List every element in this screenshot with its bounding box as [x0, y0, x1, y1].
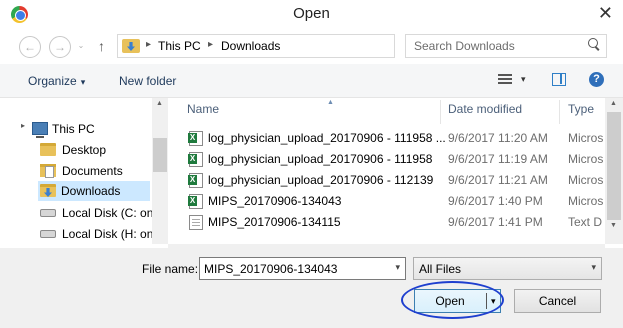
sidebar-item-desktop[interactable]: Desktop — [40, 140, 150, 160]
file-row[interactable]: log_physician_upload_20170906 - 112139 9… — [168, 170, 605, 190]
sort-ascending-icon: ▲ — [327, 99, 334, 106]
close-icon[interactable]: ✕ — [598, 3, 613, 24]
sidebar-item-documents[interactable]: Documents — [40, 161, 150, 181]
preview-pane-icon[interactable] — [552, 73, 566, 86]
organize-button[interactable]: Organize ▾ — [28, 74, 85, 88]
column-divider[interactable] — [440, 100, 441, 124]
file-name-value: MIPS_20170906-134043 — [204, 262, 338, 276]
dialog-footer: File name: MIPS_20170906-134043 ▾ All Fi… — [0, 248, 623, 328]
file-type: Micros — [568, 152, 604, 166]
file-date: 9/6/2017 11:20 AM — [448, 131, 548, 145]
text-file-icon — [189, 215, 203, 230]
scroll-up-icon[interactable]: ▲ — [610, 100, 617, 107]
scrollbar-thumb[interactable] — [607, 112, 621, 220]
new-folder-button[interactable]: New folder — [119, 74, 176, 88]
file-name-label: File name: — [142, 262, 199, 276]
back-button[interactable]: ← — [19, 36, 41, 58]
file-name: log_physician_upload_20170906 - 112139 — [208, 173, 434, 187]
file-name: MIPS_20170906-134115 — [208, 215, 341, 229]
file-name-input[interactable]: MIPS_20170906-134043 ▾ — [199, 257, 406, 280]
sidebar-item-local-disk-h[interactable]: Local Disk (H: on — [40, 224, 152, 244]
navigation-bar: ← → ⌄ ↑ ▸ This PC ▸ Downloads ⌄ ↻ Search… — [0, 30, 623, 64]
file-type: Micros — [568, 194, 604, 208]
sidebar-item-local-disk-c[interactable]: Local Disk (C: on — [40, 203, 152, 223]
sidebar-item-downloads[interactable]: Downloads — [38, 181, 150, 201]
computer-icon — [32, 122, 48, 138]
file-type: Micros — [568, 131, 604, 145]
sidebar-item-this-pc[interactable]: This PC — [32, 119, 150, 139]
help-icon[interactable]: ? — [589, 72, 604, 87]
file-row[interactable]: log_physician_upload_20170906 - 111958 9… — [168, 149, 605, 169]
excel-file-icon — [188, 152, 203, 167]
breadcrumb-separator: ▸ — [146, 39, 152, 50]
file-date: 9/6/2017 1:40 PM — [448, 194, 543, 208]
column-header-type[interactable]: Type — [568, 102, 605, 124]
search-icon[interactable] — [588, 38, 600, 50]
navigation-pane: ▸ This PC Desktop Documents Downloads Lo… — [0, 98, 152, 244]
file-type-filter-value: All Files — [419, 262, 462, 276]
scroll-up-icon[interactable]: ▲ — [156, 100, 163, 107]
file-name: MIPS_20170906-134043 — [208, 194, 342, 208]
title-bar: Open ✕ — [0, 0, 623, 30]
navigation-scrollbar[interactable]: ▲ — [152, 98, 168, 244]
file-name: log_physician_upload_20170906 - 111958 — [208, 152, 433, 166]
file-type: Text D — [568, 215, 603, 229]
breadcrumb-separator: ▸ — [208, 39, 214, 50]
window-title: Open — [293, 5, 330, 22]
scroll-down-icon[interactable]: ▼ — [610, 222, 617, 229]
view-options-dropdown[interactable]: ▾ — [521, 74, 526, 85]
column-header-name[interactable]: ▲ Name — [187, 99, 447, 124]
excel-file-icon — [188, 131, 203, 146]
disk-icon — [40, 230, 56, 238]
cancel-button[interactable]: Cancel — [514, 289, 601, 313]
highlight-annotation — [401, 281, 504, 319]
chevron-down-icon[interactable]: ▾ — [395, 262, 400, 273]
breadcrumb-downloads[interactable]: Downloads — [221, 39, 280, 53]
file-row[interactable]: MIPS_20170906-134043 9/6/2017 1:40 PM Mi… — [168, 191, 605, 211]
forward-button[interactable]: → — [49, 36, 71, 58]
file-row[interactable]: log_physician_upload_20170906 - 111958 .… — [168, 128, 605, 148]
column-divider[interactable] — [559, 100, 560, 124]
excel-file-icon — [188, 194, 203, 209]
address-bar[interactable]: ▸ This PC ▸ Downloads ⌄ ↻ — [117, 34, 504, 58]
file-list: ▲ Name Date modified Type log_physician_… — [168, 98, 605, 244]
file-row[interactable]: MIPS_20170906-134115 9/6/2017 1:41 PM Te… — [168, 212, 605, 232]
disk-icon — [40, 209, 56, 217]
up-button[interactable]: ↑ — [98, 38, 105, 54]
expand-this-pc-icon[interactable]: ▸ — [21, 121, 25, 130]
view-options-icon[interactable] — [498, 74, 512, 86]
downloads-folder-icon — [122, 39, 140, 53]
file-list-scrollbar[interactable]: ▲ ▼ — [605, 98, 623, 244]
breadcrumb-this-pc[interactable]: This PC — [158, 39, 201, 53]
file-type-filter[interactable]: All Files ▾ — [413, 257, 602, 280]
documents-folder-icon — [40, 164, 56, 178]
folder-icon — [40, 143, 56, 156]
downloads-folder-icon — [40, 184, 56, 197]
file-date: 9/6/2017 1:41 PM — [448, 215, 543, 229]
column-header-date-modified[interactable]: Date modified — [448, 102, 558, 124]
command-bar: Organize ▾ New folder ▾ ? — [0, 64, 623, 98]
search-input[interactable]: Search Downloads — [405, 34, 607, 58]
file-date: 9/6/2017 11:21 AM — [448, 173, 548, 187]
recent-locations-dropdown[interactable]: ⌄ — [75, 36, 87, 58]
file-name: log_physician_upload_20170906 - 111958 .… — [208, 131, 446, 145]
scrollbar-thumb[interactable] — [153, 138, 167, 172]
file-type: Micros — [568, 173, 604, 187]
file-date: 9/6/2017 11:19 AM — [448, 152, 548, 166]
chevron-down-icon: ▾ — [591, 262, 596, 272]
excel-file-icon — [188, 173, 203, 188]
search-placeholder: Search Downloads — [414, 39, 515, 53]
